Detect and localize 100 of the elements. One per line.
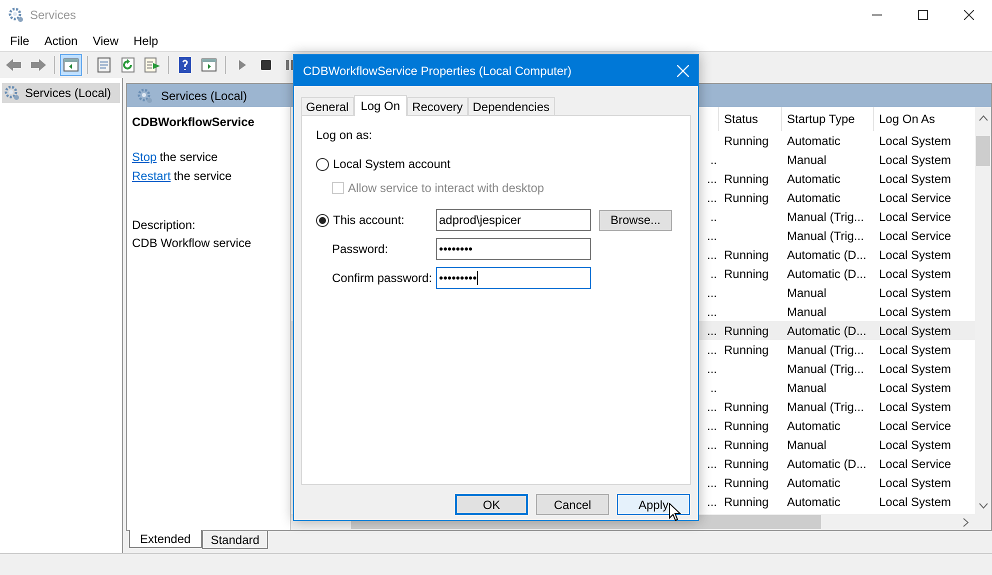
radio-button[interactable] [316, 158, 329, 170]
table-cell-text: .. [710, 266, 717, 282]
radio-label[interactable]: This account: [333, 211, 404, 229]
table-cell: Local System [879, 342, 952, 356]
table-cell-text: ... [706, 228, 717, 244]
browse-button[interactable]: Browse... [599, 210, 672, 230]
menu-item[interactable]: File [3, 32, 36, 50]
dialog-tab[interactable]: General [301, 97, 354, 115]
view-tab[interactable]: Extended [129, 530, 202, 548]
table-cell: Running [724, 190, 769, 204]
table-cell: Local Service [879, 228, 952, 242]
field-label: Password: [332, 241, 390, 258]
table-cell: Running [724, 476, 769, 490]
menu-item[interactable]: View [86, 32, 126, 50]
table-cell-text: ... [706, 494, 717, 510]
tree-item[interactable]: Services (Local) [2, 83, 120, 103]
dialog-button[interactable]: OK [455, 494, 528, 515]
table-cell-text: ... [706, 456, 717, 472]
table-cell: Local System [879, 152, 952, 166]
column-header[interactable]: Status [718, 107, 781, 131]
table-cell: Local System [879, 476, 952, 490]
table-cell: Manual [787, 152, 826, 166]
table-cell: Local Service [879, 418, 952, 432]
dialog-title: CDBWorkflowService Properties (Local Computer) [303, 62, 572, 80]
table-cell: Local System [879, 362, 952, 376]
vertical-scrollbar[interactable] [975, 107, 991, 514]
table-cell: Running [724, 400, 769, 414]
table-cell: Manual (Trig... [787, 342, 864, 356]
table-cell: Local System [879, 400, 952, 414]
table-cell: Automatic [787, 134, 840, 148]
table-cell: Running [724, 266, 769, 280]
field-label: Confirm password: [332, 270, 434, 287]
table-cell: Local System [879, 304, 952, 318]
scroll-thumb[interactable] [976, 136, 990, 166]
action-link[interactable]: Stop [132, 148, 157, 166]
table-cell: Local Service [879, 190, 952, 204]
table-cell-text: ... [706, 170, 717, 188]
view-tab[interactable]: Standard [202, 531, 268, 549]
action-text: the service [160, 149, 218, 166]
confirm-password-field[interactable]: ••••••••• [436, 267, 591, 289]
dialog-button[interactable]: Cancel [536, 494, 609, 515]
table-cell-text: ... [706, 190, 717, 206]
table-cell: Automatic [787, 476, 840, 490]
table-cell: Running [724, 134, 769, 148]
app-gear-icon [8, 7, 24, 23]
close-icon[interactable] [964, 10, 974, 20]
dialog-button[interactable]: Apply [617, 494, 690, 515]
account-field[interactable]: adprod\jespicer [436, 209, 591, 231]
table-cell: Manual (Trig... [787, 228, 864, 242]
table-cell: Automatic [787, 190, 840, 204]
mouse-cursor-icon [669, 503, 681, 522]
table-cell: Manual (Trig... [787, 362, 864, 376]
table-cell: Running [724, 248, 769, 262]
dialog-tab[interactable]: Dependencies [468, 97, 554, 115]
table-cell: Automatic (D... [787, 324, 866, 338]
menu-item[interactable]: Action [37, 32, 85, 50]
table-cell: Automatic [787, 494, 840, 508]
table-cell: Running [724, 324, 769, 338]
table-cell: Running [724, 456, 769, 470]
table-cell: Local System [879, 494, 952, 508]
table-cell: Manual [787, 380, 826, 394]
table-cell-text: ... [706, 342, 717, 358]
dialog-tab[interactable]: Recovery [407, 97, 468, 115]
table-cell: Automatic (D... [787, 266, 866, 280]
table-cell: Local System [879, 324, 952, 338]
scroll-up-icon[interactable] [978, 115, 988, 121]
gear-icon [137, 88, 153, 104]
table-cell: Automatic [787, 418, 840, 432]
table-cell: Manual (Trig... [787, 210, 864, 224]
maximize-icon[interactable] [918, 10, 928, 20]
password-field[interactable]: •••••••• [436, 238, 591, 260]
table-cell: Manual (Trig... [787, 400, 864, 414]
action-link[interactable]: Restart [132, 167, 171, 185]
table-cell: Manual [787, 286, 826, 300]
action-text: the service [174, 168, 232, 185]
table-cell: Manual [787, 438, 826, 452]
scroll-right-icon[interactable] [963, 518, 969, 526]
table-cell-text: ... [706, 246, 717, 264]
table-cell: Manual [787, 304, 826, 318]
table-cell-text: ... [706, 418, 717, 434]
table-cell-text: .. [710, 380, 717, 396]
radio-button[interactable] [316, 214, 329, 226]
menu-item[interactable]: Help [126, 32, 166, 50]
table-cell-text: ... [706, 474, 717, 492]
description-text: CDB Workflow service [132, 235, 252, 252]
table-cell: Local System [879, 286, 952, 300]
column-header[interactable]: Startup Type [781, 107, 873, 131]
table-cell-text: ... [706, 304, 717, 320]
table-cell: Local System [879, 172, 952, 186]
scroll-down-icon[interactable] [978, 503, 988, 509]
table-cell: Local System [879, 380, 952, 394]
table-cell: Running [724, 418, 769, 432]
radio-label[interactable]: Local System account [333, 155, 450, 173]
service-name: CDBWorkflowService [132, 114, 256, 131]
dialog-tab[interactable]: Log On [354, 95, 408, 116]
table-cell: Local System [879, 248, 952, 262]
pane-title: Services (Local) [161, 88, 248, 104]
table-cell: Automatic [787, 172, 840, 186]
table-cell-text: .. [710, 208, 717, 226]
table-cell: Automatic (D... [787, 248, 866, 262]
